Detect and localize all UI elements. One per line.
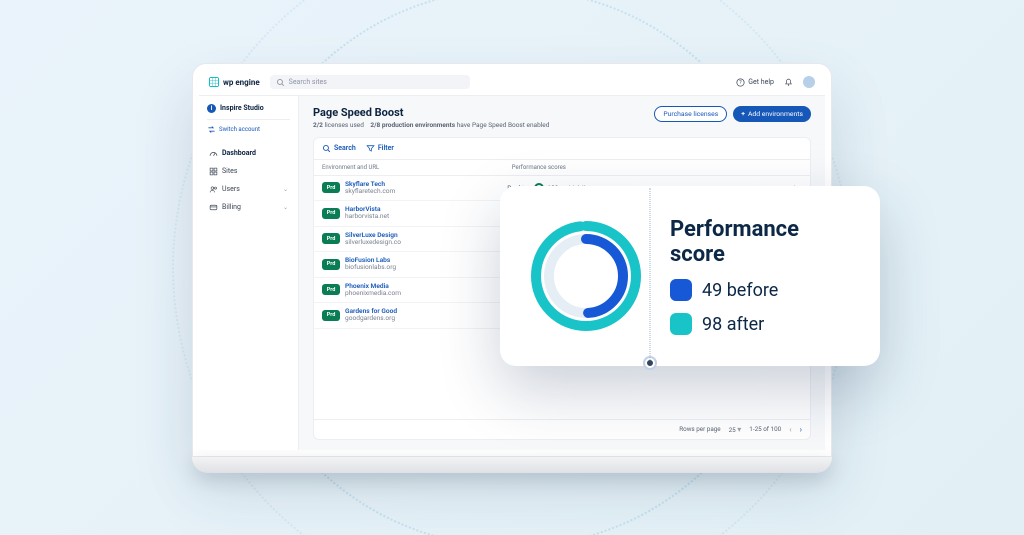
account-name[interactable]: I Inspire Studio: [207, 104, 290, 113]
env-url: harborvista.net: [345, 213, 389, 220]
topbar: wp engine Search sites ? Get help: [199, 70, 825, 96]
swatch-before-icon: [670, 279, 692, 301]
rows-per-page-select[interactable]: 25 ▾: [729, 425, 742, 434]
col-scores: Performance scores: [512, 164, 802, 171]
env-url: silverluxedesign.co: [345, 239, 401, 246]
table-footer: Rows per page 25 ▾ 1-25 of 100 ‹ ›: [314, 419, 810, 439]
gauge-icon: [209, 149, 218, 158]
page-title: Page Speed Boost: [313, 106, 549, 119]
chevron-down-icon: ⌄: [283, 186, 288, 193]
table-filter-button[interactable]: Filter: [366, 144, 394, 153]
table-search-button[interactable]: Search: [322, 144, 356, 153]
env-badge: Prd: [322, 259, 340, 270]
page-subtitle: 2/2 licenses used 2/8 production environ…: [313, 121, 549, 129]
performance-callout: Performance score 49 before 98 after: [500, 186, 880, 366]
grid-icon: [209, 167, 218, 176]
chevron-down-icon: ▾: [737, 425, 741, 434]
swatch-after-icon: [670, 313, 692, 335]
sidebar: I Inspire Studio Switch account Dashboar…: [199, 96, 299, 450]
env-url: biofusionlabs.org: [345, 264, 396, 271]
nav-item-billing[interactable]: Billing⌄: [207, 200, 290, 215]
svg-text:?: ?: [740, 80, 743, 86]
chevron-down-icon: ⌄: [283, 204, 288, 211]
avatar[interactable]: [803, 76, 815, 88]
people-icon: [209, 185, 218, 194]
env-badge: Prd: [322, 233, 340, 244]
col-environment: Environment and URL: [322, 164, 512, 171]
env-badge: Prd: [322, 310, 340, 321]
callout-title: Performance score: [670, 217, 854, 267]
env-url: goodgardens.org: [345, 315, 397, 322]
help-link[interactable]: ? Get help: [736, 78, 774, 87]
env-badge: Prd: [322, 284, 340, 295]
pagination-range: 1-25 of 100: [749, 425, 781, 433]
legend-before: 49 before: [670, 279, 854, 301]
search-icon: [322, 144, 331, 153]
next-page-button[interactable]: ›: [800, 425, 802, 434]
prev-page-button[interactable]: ‹: [789, 425, 791, 434]
nav-item-dashboard[interactable]: Dashboard: [207, 146, 290, 161]
callout-anchor: [645, 358, 655, 368]
add-environments-button[interactable]: + Add environments: [733, 106, 811, 122]
bell-icon[interactable]: [784, 78, 793, 87]
switch-account-link[interactable]: Switch account: [207, 119, 290, 134]
performance-donut: [526, 216, 646, 336]
env-url: skyflaretech.com: [345, 188, 395, 195]
nav: Dashboard Sites Users⌄ Billing⌄: [207, 146, 290, 215]
card-icon: [209, 203, 218, 212]
search-icon: [276, 78, 285, 87]
nav-item-users[interactable]: Users⌄: [207, 182, 290, 197]
help-icon: ?: [736, 78, 745, 87]
laptop-base: [192, 457, 832, 473]
legend-after: 98 after: [670, 313, 854, 335]
env-badge: Prd: [322, 182, 340, 193]
search-placeholder: Search sites: [289, 78, 327, 86]
account-badge: I: [207, 104, 216, 113]
nav-item-sites[interactable]: Sites: [207, 164, 290, 179]
env-url: phoenixmedia.com: [345, 290, 401, 297]
search-input[interactable]: Search sites: [270, 75, 470, 89]
plus-icon: +: [741, 110, 745, 118]
swap-icon: [207, 125, 216, 134]
brand-name: wp engine: [223, 78, 260, 87]
env-badge: Prd: [322, 208, 340, 219]
purchase-licenses-button[interactable]: Purchase licenses: [654, 106, 727, 122]
brand-mark-icon: [209, 77, 219, 87]
brand-logo[interactable]: wp engine: [209, 77, 260, 87]
filter-icon: [366, 144, 375, 153]
